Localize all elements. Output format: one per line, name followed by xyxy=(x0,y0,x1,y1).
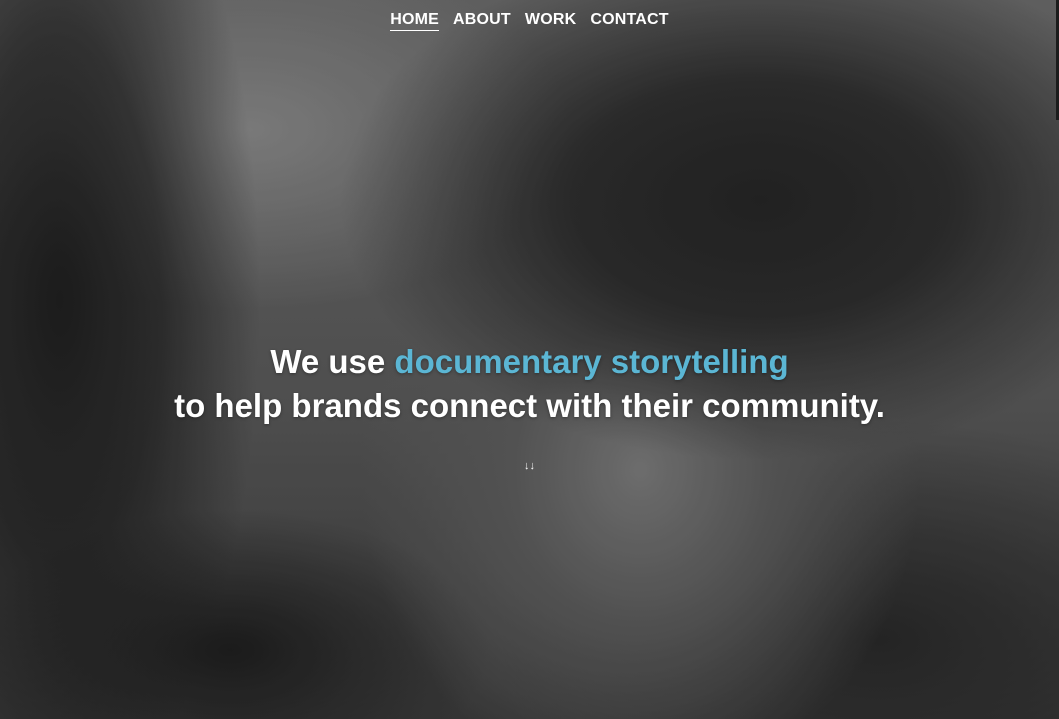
main-nav: HOME ABOUT WORK CONTACT xyxy=(0,11,1059,31)
nav-work-link[interactable]: WORK xyxy=(525,11,576,31)
hero-section: HOME ABOUT WORK CONTACT We use documenta… xyxy=(0,0,1059,719)
hero-headline: We use documentary storytelling to help … xyxy=(0,340,1059,428)
headline-line-2: to help brands connect with their commun… xyxy=(174,387,885,424)
nav-home-link[interactable]: HOME xyxy=(390,11,439,31)
headline-prefix: We use xyxy=(270,343,395,380)
headline-line-1: We use documentary storytelling xyxy=(0,340,1059,384)
headline-accent: documentary storytelling xyxy=(394,343,789,380)
nav-contact-link[interactable]: CONTACT xyxy=(590,11,668,31)
nav-about-link[interactable]: ABOUT xyxy=(453,11,511,31)
scroll-down-arrows-icon[interactable]: ↓↓ xyxy=(0,460,1059,472)
